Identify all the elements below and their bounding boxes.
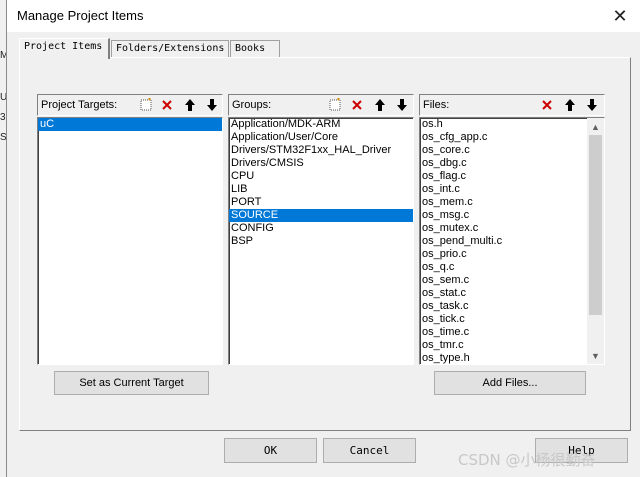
files-list[interactable]: os.h os_cfg_app.c os_core.c os_dbg.c os_… [419,117,605,365]
list-item[interactable]: os_mutex.c [420,222,604,235]
list-item[interactable]: os_sem.c [420,274,604,287]
list-item[interactable]: Application/User/Core [229,131,413,144]
list-item[interactable]: os_tick.c [420,313,604,326]
list-item[interactable]: os_q.c [420,261,604,274]
list-item[interactable]: CONFIG [229,222,413,235]
list-item[interactable]: os.h [420,118,604,131]
add-files-label: Add Files... [482,377,538,389]
list-item[interactable]: os_task.c [420,300,604,313]
list-item[interactable]: PORT [229,196,413,209]
list-item[interactable]: os_flag.c [420,170,604,183]
tab-books[interactable]: Books [230,40,280,58]
ok-label: OK [263,444,278,457]
list-item[interactable]: CPU [229,170,413,183]
scroll-up-icon[interactable]: ▲ [587,118,604,135]
list-item[interactable]: Drivers/STM32F1xx_HAL_Driver [229,144,413,157]
move-up-icon[interactable] [560,96,579,114]
background-text-fragment: 3 [0,112,6,123]
list-item[interactable]: Drivers/CMSIS [229,157,413,170]
cancel-label: Cancel [349,444,390,457]
list-item[interactable]: os_mem.c [420,196,604,209]
scrollbar-thumb[interactable] [589,135,602,315]
list-item[interactable]: os_prio.c [420,248,604,261]
list-item[interactable]: os_int.c [420,183,604,196]
csdn-watermark: CSDN @小杨很勤奋 [458,451,596,469]
delete-icon[interactable] [537,96,556,114]
tab-project-items[interactable]: Project Items [19,38,110,59]
new-icon[interactable] [325,96,344,114]
project-targets-label: Project Targets: [41,99,118,111]
files-header: Files: [419,94,605,116]
move-down-icon[interactable] [202,96,221,114]
list-item[interactable]: os_core.c [420,144,604,157]
move-up-icon[interactable] [370,96,389,114]
move-down-icon[interactable] [582,96,601,114]
cancel-button[interactable]: Cancel [323,438,416,463]
close-button[interactable]: ✕ [606,4,634,28]
dialog-title: Manage Project Items [17,8,144,23]
list-item[interactable]: os_stat.c [420,287,604,300]
set-as-current-target-label: Set as Current Target [79,377,184,389]
move-down-icon[interactable] [392,96,411,114]
list-item[interactable]: BSP [229,235,413,248]
project-targets-list[interactable]: uC [37,117,223,365]
project-targets-header: Project Targets: [37,94,223,116]
list-item[interactable]: os_dbg.c [420,157,604,170]
files-scrollbar[interactable]: ▲ ▼ [587,118,604,364]
list-item[interactable]: os_type.h [420,352,604,364]
list-item[interactable]: os_cfg_app.c [420,131,604,144]
new-icon[interactable] [136,96,155,114]
delete-icon[interactable] [157,96,176,114]
groups-header: Groups: [228,94,414,116]
add-files-button[interactable]: Add Files... [434,371,586,395]
files-label: Files: [423,99,450,111]
list-item[interactable]: os_tmr.c [420,339,604,352]
move-up-icon[interactable] [180,96,199,114]
set-as-current-target-button[interactable]: Set as Current Target [54,371,209,395]
list-item[interactable]: Application/MDK-ARM [229,118,413,131]
ok-button[interactable]: OK [224,438,317,463]
list-item[interactable]: os_pend_multi.c [420,235,604,248]
manage-project-items-dialog: Manage Project Items ✕ Project Items Fol… [6,0,640,477]
list-item[interactable]: os_msg.c [420,209,604,222]
list-item[interactable]: LIB [229,183,413,196]
list-item[interactable]: uC [38,118,222,131]
scroll-down-icon[interactable]: ▼ [587,347,604,364]
title-bar: Manage Project Items ✕ [7,0,640,32]
tab-folders-extensions[interactable]: Folders/Extensions [111,40,229,58]
list-item[interactable]: SOURCE [229,209,413,222]
delete-icon[interactable] [347,96,366,114]
groups-list[interactable]: Application/MDK-ARM Application/User/Cor… [228,117,414,365]
groups-label: Groups: [232,99,272,111]
list-item[interactable]: os_time.c [420,326,604,339]
